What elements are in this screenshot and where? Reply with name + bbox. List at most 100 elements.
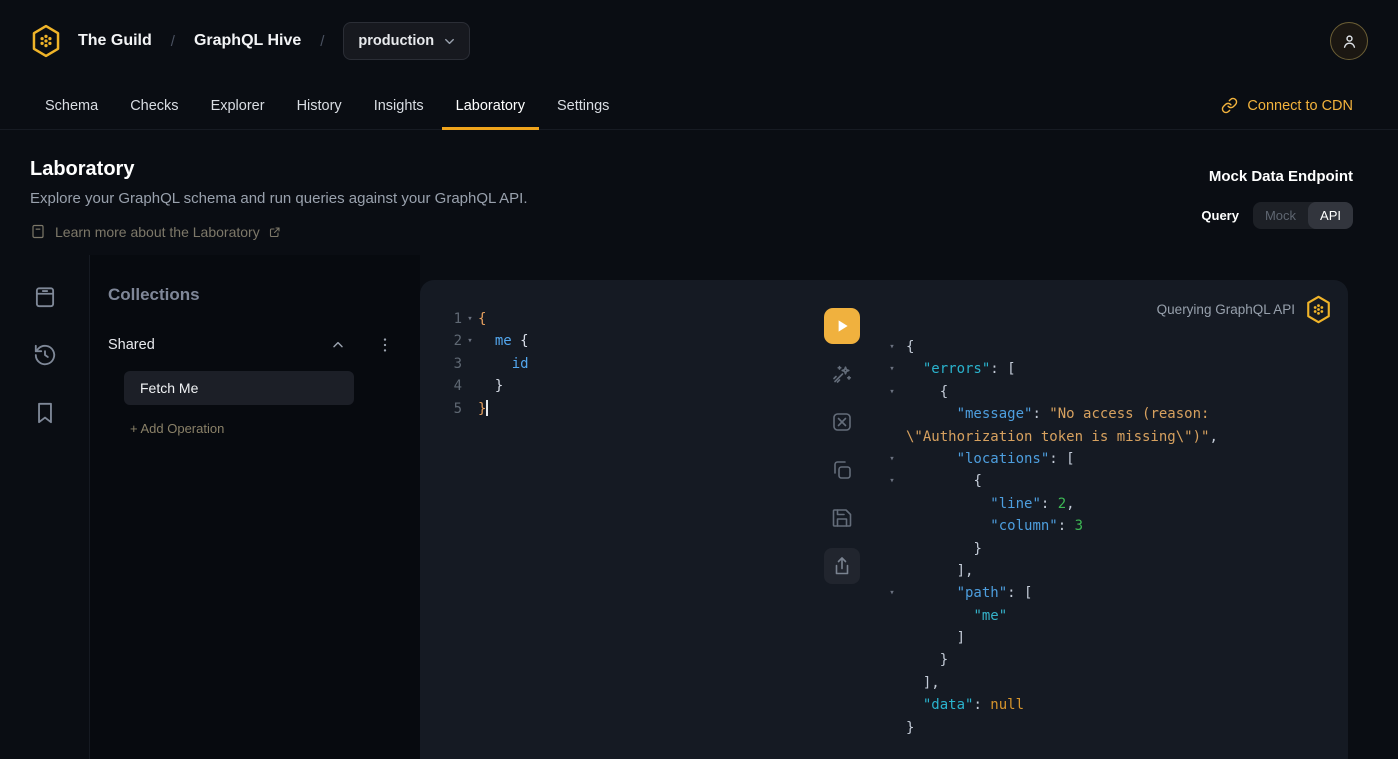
fold-arrow-icon[interactable]: ▾ <box>462 330 478 352</box>
code-line: ], <box>878 560 1334 582</box>
user-avatar[interactable] <box>1330 22 1368 60</box>
code-text: { <box>906 336 914 358</box>
collections-panel: Collections Shared Fetch Me + Add Operat… <box>90 255 420 759</box>
prettify-icon[interactable] <box>830 362 854 386</box>
code-line: ▾ "errors": [ <box>878 358 1334 380</box>
toggle-option-mock[interactable]: Mock <box>1253 202 1308 229</box>
line-number: 2 <box>420 330 462 352</box>
hive-logo-icon[interactable] <box>30 24 62 58</box>
code-line: \"Authorization token is missing\")", <box>878 426 1334 448</box>
fold-arrow-icon[interactable]: ▾ <box>878 448 906 470</box>
connect-to-cdn-label: Connect to CDN <box>1247 98 1353 114</box>
line-number: 1 <box>420 308 462 330</box>
code-text: ], <box>906 672 940 694</box>
code-text: me { <box>478 330 529 352</box>
target-selector-dropdown[interactable]: production <box>343 22 470 60</box>
play-icon <box>833 317 851 335</box>
code-line: 4 } <box>420 375 820 397</box>
history-icon[interactable] <box>32 342 58 368</box>
collection-group-label: Shared <box>108 337 155 353</box>
code-line: 3 id <box>420 353 820 375</box>
code-line: } <box>878 649 1334 671</box>
link-icon <box>1221 97 1238 114</box>
query-editor[interactable]: 1▾{2▾ me {3 id4 }5} <box>420 308 820 420</box>
code-text: "line": 2, <box>906 493 1075 515</box>
tab-history[interactable]: History <box>283 82 356 129</box>
bookmark-icon[interactable] <box>32 400 58 426</box>
code-text: "data": null <box>906 694 1024 716</box>
collections-icon[interactable] <box>32 284 58 310</box>
save-operation-icon[interactable] <box>830 506 854 530</box>
kebab-menu-icon[interactable] <box>378 336 392 354</box>
page-title: Laboratory <box>30 158 1368 181</box>
code-line: ] <box>878 627 1334 649</box>
chevron-down-icon <box>442 34 457 49</box>
breadcrumb-org[interactable]: The Guild <box>78 32 152 50</box>
tab-laboratory[interactable]: Laboratory <box>442 82 539 129</box>
code-line: "message": "No access (reason: <box>878 403 1334 425</box>
query-label: Query <box>1201 208 1239 223</box>
fold-arrow-icon[interactable]: ▾ <box>462 308 478 330</box>
fold-gutter <box>878 426 906 448</box>
code-text: "path": [ <box>906 582 1032 604</box>
fold-arrow-icon[interactable]: ▾ <box>878 381 906 403</box>
breadcrumb-separator: / <box>171 33 175 50</box>
tab-explorer[interactable]: Explorer <box>197 82 279 129</box>
add-operation-button[interactable]: + Add Operation <box>130 421 402 436</box>
fold-gutter <box>878 672 906 694</box>
breadcrumb-project[interactable]: GraphQL Hive <box>194 32 301 50</box>
code-text: { <box>906 470 982 492</box>
connect-to-cdn-button[interactable]: Connect to CDN <box>1221 82 1353 129</box>
code-line: "column": 3 <box>878 515 1334 537</box>
page-header: Laboratory Explore your GraphQL schema a… <box>0 130 1398 240</box>
code-line: ▾{ <box>878 336 1334 358</box>
toggle-option-api[interactable]: API <box>1308 202 1353 229</box>
breadcrumb-separator: / <box>320 33 324 50</box>
fold-gutter <box>878 560 906 582</box>
fold-gutter <box>462 375 478 397</box>
fold-arrow-icon[interactable]: ▾ <box>878 336 906 358</box>
code-line: ], <box>878 672 1334 694</box>
share-operation-button[interactable] <box>824 548 860 584</box>
tab-checks[interactable]: Checks <box>116 82 192 129</box>
tab-settings[interactable]: Settings <box>543 82 623 129</box>
book-icon <box>30 223 46 240</box>
project-nav: Schema Checks Explorer History Insights … <box>0 82 1398 130</box>
code-line: "data": null <box>878 694 1334 716</box>
chevron-up-icon[interactable] <box>330 337 346 353</box>
endpoint-toggle: Mock API <box>1253 202 1353 229</box>
code-line: } <box>878 538 1334 560</box>
tab-insights[interactable]: Insights <box>360 82 438 129</box>
code-text: { <box>478 308 486 330</box>
merge-fragments-icon[interactable] <box>830 410 854 434</box>
endpoint-title: Mock Data Endpoint <box>1201 168 1353 185</box>
code-line: 5} <box>420 398 820 420</box>
laboratory-sidebar-rail <box>0 255 90 759</box>
tab-schema[interactable]: Schema <box>31 82 112 129</box>
code-text: } <box>478 398 488 420</box>
fold-arrow-icon[interactable]: ▾ <box>878 470 906 492</box>
response-viewer: ▾{▾ "errors": [▾ { "message": "No access… <box>878 336 1334 739</box>
code-line: "me" <box>878 605 1334 627</box>
fold-arrow-icon[interactable]: ▾ <box>878 358 906 380</box>
fold-arrow-icon[interactable]: ▾ <box>878 582 906 604</box>
fold-gutter <box>462 353 478 375</box>
code-text: \"Authorization token is missing\")", <box>906 426 1218 448</box>
fold-gutter <box>878 717 906 739</box>
code-text: } <box>478 375 503 397</box>
target-selector-value: production <box>358 33 434 49</box>
graphiql-panel: 1▾{2▾ me {3 id4 }5} Querying GraphQL API… <box>420 280 1348 759</box>
copy-query-icon[interactable] <box>830 458 854 482</box>
code-line: ▾ { <box>878 381 1334 403</box>
code-text: id <box>478 353 529 375</box>
collection-group-shared[interactable]: Shared <box>108 336 402 354</box>
fold-gutter <box>878 627 906 649</box>
code-text: "message": "No access (reason: <box>906 403 1209 425</box>
fold-gutter <box>878 493 906 515</box>
learn-more-link[interactable]: Learn more about the Laboratory <box>30 223 1368 240</box>
fold-gutter <box>462 398 478 420</box>
line-number: 5 <box>420 398 462 420</box>
execute-query-button[interactable] <box>824 308 860 344</box>
external-link-icon <box>269 226 281 238</box>
operation-item-fetch-me[interactable]: Fetch Me <box>124 371 354 405</box>
